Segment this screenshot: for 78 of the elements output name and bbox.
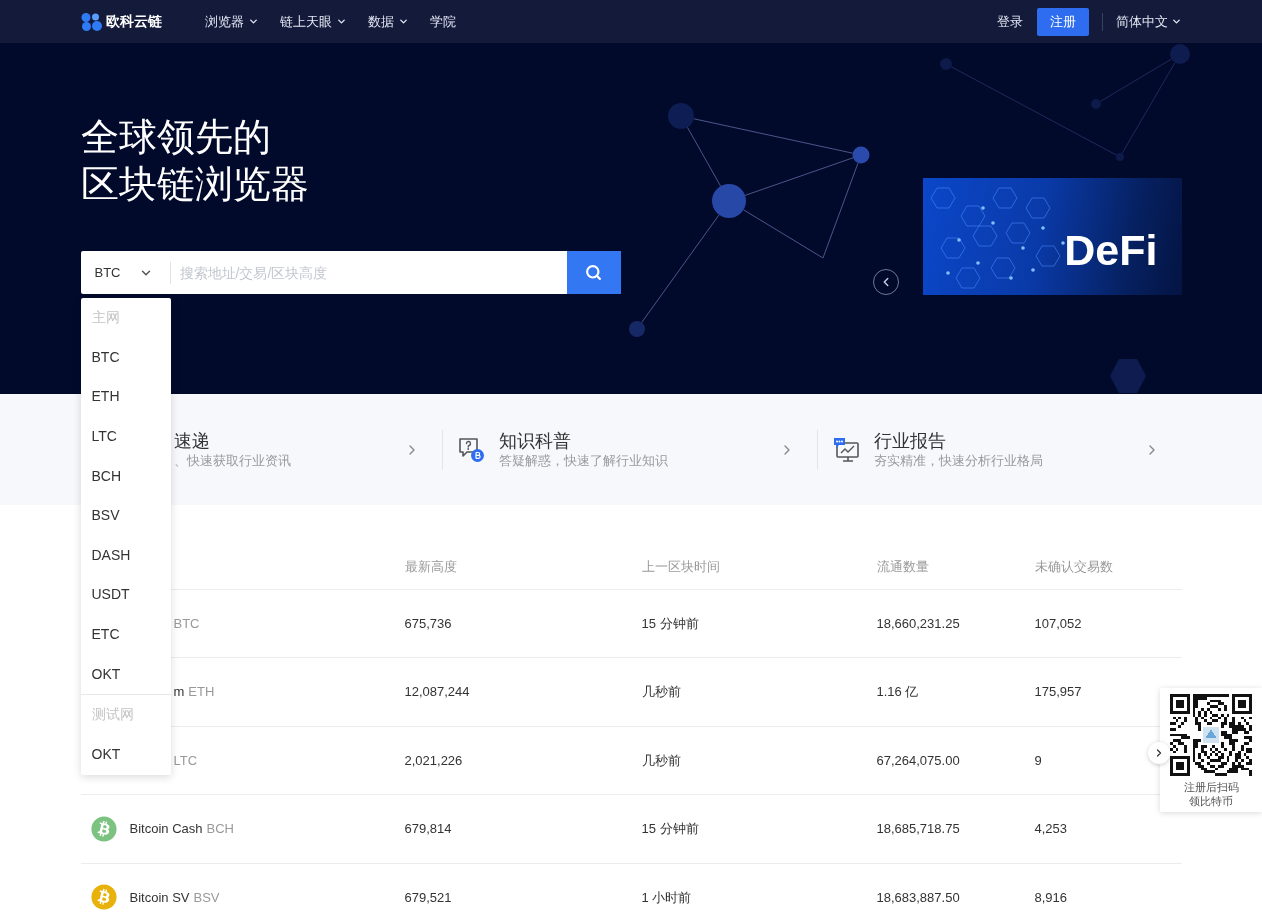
unconfirmed-tx-count: 8,916 bbox=[1034, 888, 1068, 907]
unconfirmed-tx-count: 9 bbox=[1034, 751, 1042, 770]
coin-symbol: LTC bbox=[173, 751, 198, 770]
network-node bbox=[629, 321, 645, 337]
coin-symbol: ETH bbox=[188, 683, 215, 702]
coin-menu-item[interactable]: BSV bbox=[80, 495, 171, 536]
feature-subtitle: 答疑解惑，快速了解行业知识 bbox=[499, 452, 669, 470]
coin-menu-item[interactable]: ETC bbox=[80, 614, 171, 655]
coin-menu-item[interactable]: OKT bbox=[80, 654, 171, 694]
logo-link[interactable]: 欧科云链 bbox=[80, 11, 162, 32]
circulating-supply: 18,683,887.50 bbox=[876, 888, 960, 907]
question-bubble-icon bbox=[458, 436, 486, 463]
last-block-time: 15 分钟前 bbox=[641, 820, 699, 839]
network-node bbox=[1091, 99, 1101, 109]
coin-symbol: BCH bbox=[206, 820, 234, 839]
feature-title[interactable]: 速递 bbox=[173, 429, 210, 452]
feature-title[interactable]: 行业报告 bbox=[873, 429, 946, 452]
nav-menu-item[interactable]: 链上天眼 bbox=[279, 11, 347, 32]
last-block-time: 15 分钟前 bbox=[641, 614, 699, 633]
network-node bbox=[852, 146, 870, 164]
block-height: 12,087,244 bbox=[404, 683, 470, 702]
search-icon bbox=[585, 264, 602, 281]
monitor-chart-icon bbox=[832, 436, 860, 463]
logo-icon bbox=[80, 11, 103, 32]
coin-menu-item[interactable]: LTC bbox=[80, 416, 171, 457]
network-node bbox=[1116, 153, 1124, 161]
coin-symbol: BSV bbox=[193, 888, 220, 907]
coin-name[interactable]: Bitcoin Cash bbox=[129, 819, 203, 839]
menu-group-label: 测试网 bbox=[90, 705, 135, 725]
coin-select[interactable]: BTC bbox=[80, 251, 170, 294]
block-height: 2,021,226 bbox=[404, 751, 463, 770]
unconfirmed-tx-count: 4,253 bbox=[1034, 820, 1068, 839]
circulating-supply: 18,685,718.75 bbox=[876, 820, 960, 839]
coin-menu-item[interactable]: BTC bbox=[80, 337, 171, 378]
last-block-time: 1 小时前 bbox=[641, 888, 692, 907]
network-node bbox=[1170, 44, 1190, 64]
nav-menu-item[interactable]: 数据 bbox=[367, 11, 409, 32]
column-header: 最新高度 bbox=[404, 558, 457, 577]
banner-title: DeFi bbox=[1064, 227, 1158, 273]
coin-name[interactable]: Bitcoin SV bbox=[129, 887, 190, 907]
promo-banner[interactable]: DeFi bbox=[922, 178, 1182, 295]
circulating-supply: 67,264,075.00 bbox=[876, 751, 960, 770]
nav-menu-item[interactable]: 浏览器 bbox=[204, 11, 259, 32]
network-node bbox=[940, 58, 952, 70]
column-header: 未确认交易数 bbox=[1034, 558, 1113, 577]
feature-subtitle: 夯实精准，快速分析行业格局 bbox=[873, 452, 1043, 470]
column-header: 流通数量 bbox=[876, 558, 929, 577]
nav-menu-item[interactable]: 学院 bbox=[429, 11, 456, 32]
search-input[interactable]: 搜索地址/交易/区块高度 bbox=[170, 251, 567, 294]
circulating-supply: 1.16 亿 bbox=[876, 683, 919, 702]
coin-symbol: BTC bbox=[173, 614, 200, 633]
block-height: 679,814 bbox=[404, 820, 452, 839]
coin-menu-item[interactable]: OKT bbox=[80, 734, 171, 775]
unconfirmed-tx-count: 175,957 bbox=[1034, 683, 1082, 702]
menu-group-label: 主网 bbox=[90, 308, 121, 328]
feature-title[interactable]: 知识科普 bbox=[499, 429, 572, 452]
hero-title: 全球领先的 区块链浏览器 bbox=[80, 115, 310, 207]
feature-subtitle: 、快速获取行业资讯 bbox=[173, 452, 291, 470]
last-block-time: 几秒前 bbox=[641, 683, 681, 702]
circulating-supply: 18,660,231.25 bbox=[876, 614, 960, 633]
coin-menu-item[interactable]: USDT bbox=[80, 575, 171, 615]
language-select[interactable]: 简体中文 bbox=[1115, 11, 1182, 32]
coin-menu-item[interactable]: ETH bbox=[80, 377, 171, 417]
chevron-down-icon bbox=[1170, 16, 1182, 27]
block-height: 679,521 bbox=[404, 888, 452, 907]
coin-menu-item[interactable]: DASH bbox=[80, 535, 171, 576]
register-button[interactable]: 注册 bbox=[1036, 7, 1089, 36]
block-height: 675,736 bbox=[404, 614, 452, 633]
unconfirmed-tx-count: 107,052 bbox=[1034, 614, 1082, 633]
qr-caption: 注册后扫码 领比特币 bbox=[1183, 780, 1239, 808]
coin-name[interactable]: m bbox=[173, 682, 185, 702]
last-block-time: 几秒前 bbox=[641, 751, 681, 770]
coin-menu-item[interactable]: BCH bbox=[80, 456, 171, 496]
login-link[interactable]: 登录 bbox=[996, 11, 1023, 32]
search-button[interactable] bbox=[566, 251, 621, 294]
network-node bbox=[712, 184, 746, 218]
network-node bbox=[668, 103, 694, 129]
collapse-button[interactable] bbox=[1148, 742, 1170, 764]
